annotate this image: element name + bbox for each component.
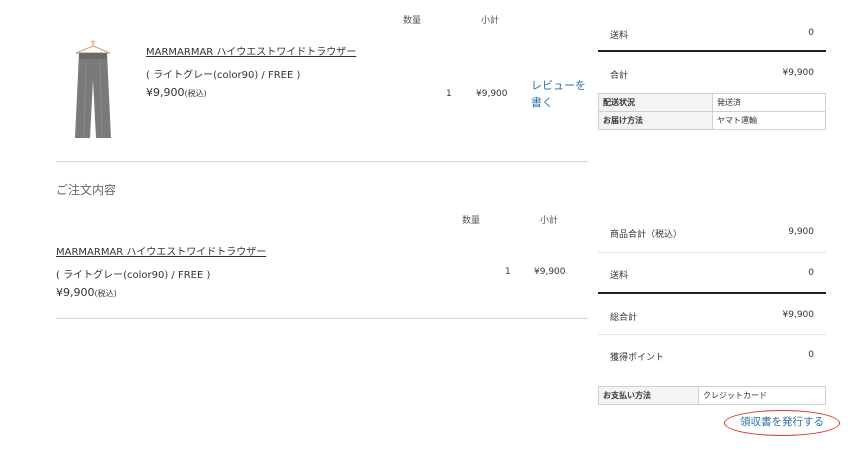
total-label: 合計 xyxy=(610,71,629,81)
delivery-status-row: 配送状況 発送済 xyxy=(598,93,826,112)
grand-total-rule xyxy=(598,292,826,294)
item-divider xyxy=(56,161,588,162)
summary-divider xyxy=(598,334,826,335)
delivery-status-value: 発送済 xyxy=(712,93,826,112)
order-details-title: ご注文内容 xyxy=(56,183,117,197)
points-label: 獲得ポイント xyxy=(610,353,665,363)
payment-method-key: お支払い方法 xyxy=(598,386,699,405)
details-price-amount: ¥9,900 xyxy=(56,286,95,299)
details-header-subtotal: 小計 xyxy=(540,216,559,226)
product-variant: ( ライトグレー(color90) / FREE ) xyxy=(146,70,301,81)
column-header-subtotal: 小計 xyxy=(481,16,500,26)
details-header-qty: 数量 xyxy=(462,216,481,226)
details-item-qty: 1 xyxy=(505,267,511,277)
subtotal-label: 商品合計（税込） xyxy=(610,230,683,240)
price-amount: ¥9,900 xyxy=(146,86,185,99)
item-subtotal: ¥9,900 xyxy=(476,89,508,99)
shipping-value: 0 xyxy=(808,28,814,38)
delivery-status-key: 配送状況 xyxy=(598,93,713,112)
write-review-link[interactable]: レビューを書く xyxy=(531,77,591,111)
product-name-link[interactable]: MARMARMAR ハイウエストワイドトラウザー xyxy=(146,43,356,58)
delivery-method-value: ヤマト運輸 xyxy=(712,111,826,130)
details-product-name-link[interactable]: MARMARMAR ハイウエストワイドトラウザー xyxy=(56,243,266,258)
total-value: ¥9,900 xyxy=(782,68,815,78)
shipping-label: 送料 xyxy=(610,31,629,41)
payment-method-row: お支払い方法 クレジットカード xyxy=(598,386,826,405)
summary-divider xyxy=(598,252,826,253)
product-price: ¥9,900(税込) xyxy=(146,86,207,99)
details-price-tax-note: (税込) xyxy=(94,289,117,298)
product-image[interactable] xyxy=(62,40,124,144)
subtotal-value: 9,900 xyxy=(788,227,814,237)
shipping-info-table: 配送状況 発送済 お届け方法 ヤマト運輸 xyxy=(598,93,826,130)
details-product-price: ¥9,900(税込) xyxy=(56,286,117,299)
details-item-subtotal: ¥9,900 xyxy=(534,267,566,277)
bottom-shipping-value: 0 xyxy=(808,268,814,278)
item-qty: 1 xyxy=(446,89,452,99)
trouser-image xyxy=(75,40,111,138)
points-value: 0 xyxy=(808,350,814,360)
details-divider xyxy=(56,318,588,319)
summary-rule xyxy=(598,50,826,52)
details-product-variant: ( ライトグレー(color90) / FREE ) xyxy=(56,270,211,281)
delivery-method-key: お届け方法 xyxy=(598,111,713,130)
price-tax-note: (税込) xyxy=(184,89,207,98)
grand-total-label: 総合計 xyxy=(610,313,638,323)
column-header-qty: 数量 xyxy=(403,16,422,26)
payment-method-value: クレジットカード xyxy=(698,386,826,405)
bottom-shipping-label: 送料 xyxy=(610,271,629,281)
delivery-method-row: お届け方法 ヤマト運輸 xyxy=(598,111,826,130)
payment-info-table: お支払い方法 クレジットカード xyxy=(598,386,826,405)
grand-total-value: ¥9,900 xyxy=(782,310,815,320)
issue-receipt-link[interactable]: 領収書を発行する xyxy=(724,410,840,436)
